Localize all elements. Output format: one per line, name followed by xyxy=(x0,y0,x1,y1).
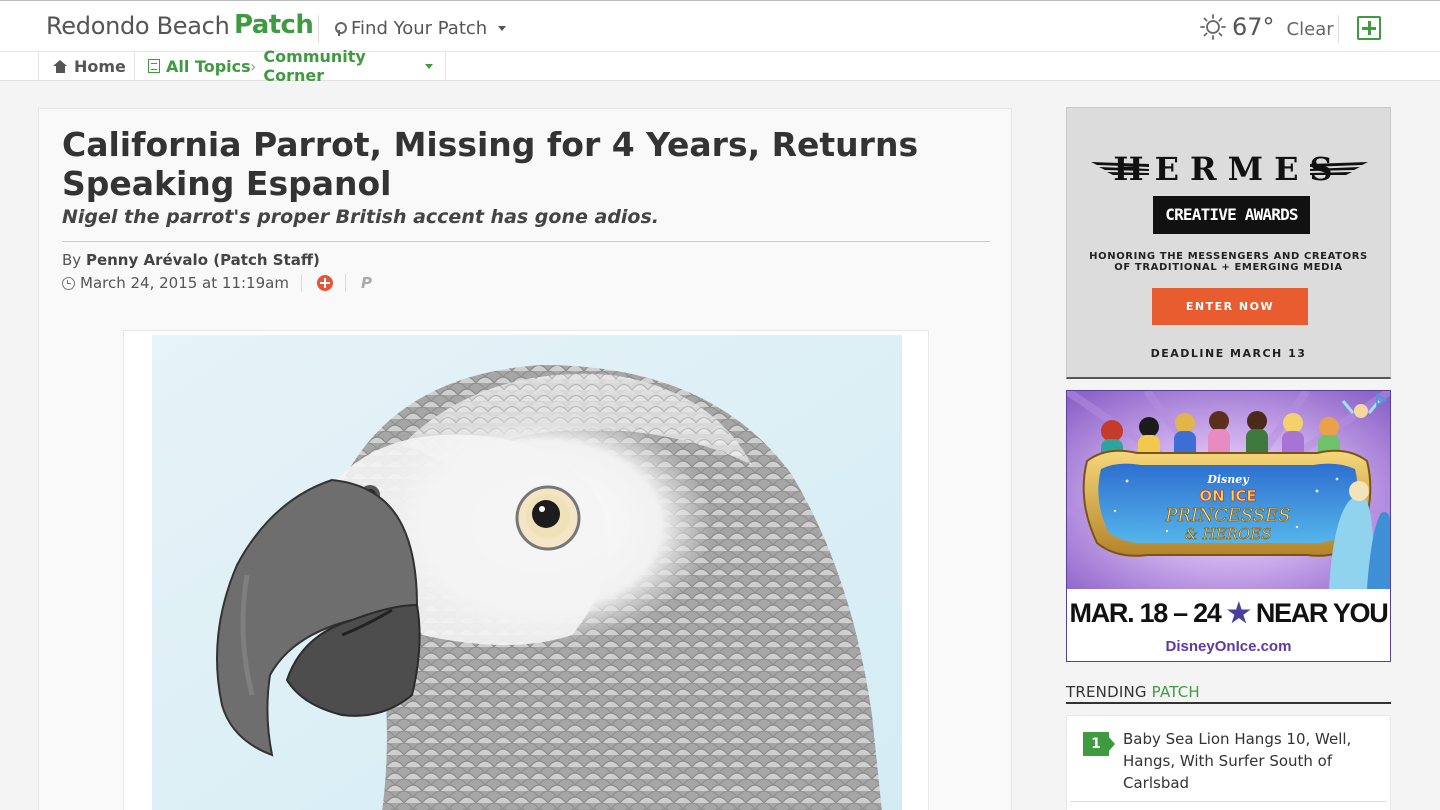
nav-home-label: Home xyxy=(74,56,126,76)
article-card: California Parrot, Missing for 4 Years, … xyxy=(38,108,1012,810)
disney-dates-range: MAR. 18 – 24 xyxy=(1069,598,1222,628)
byline-prefix: By xyxy=(62,251,82,269)
article-meta: March 24, 2015 at 11:19am P xyxy=(62,274,372,292)
right-wing-graphic xyxy=(1310,162,1368,175)
site-name[interactable]: Redondo Beach xyxy=(46,12,230,40)
sun-icon xyxy=(1200,14,1226,40)
disney-princesses-artwork: Disney ON ICE PRINCESSES & HEROES xyxy=(1067,391,1390,589)
nav-category-dropdown[interactable]: › Community Corner xyxy=(250,47,446,85)
on-ice-logo-text: ON ICE xyxy=(1199,487,1256,505)
disney-dates: MAR. 18 – 24 ★ NEAR YOU xyxy=(1067,598,1390,629)
hermes-deadline: DEADLINE MARCH 13 xyxy=(1150,347,1307,360)
princesses-title-text: PRINCESSES xyxy=(1164,505,1290,526)
map-pin-icon xyxy=(334,21,347,36)
adchoices-icon[interactable] xyxy=(1374,393,1388,407)
patch-p-icon[interactable]: P xyxy=(361,274,372,292)
creative-awards-banner: CREATIVE AWARDS xyxy=(1153,196,1310,234)
home-icon xyxy=(53,59,68,73)
hermes-tagline-line: OF TRADITIONAL + EMERGING MEDIA xyxy=(1114,262,1343,273)
rank-badge: 1 xyxy=(1083,732,1115,756)
patch-logo[interactable]: Patch xyxy=(234,10,314,40)
meta-divider xyxy=(300,274,302,292)
weather-temperature: 67° xyxy=(1232,13,1275,41)
divider xyxy=(62,241,990,242)
parrot-photo[interactable] xyxy=(152,335,902,810)
add-post-icon[interactable] xyxy=(1357,16,1381,40)
publish-date: March 24, 2015 at 11:19am xyxy=(80,274,289,292)
byline: By Penny Arévalo (Patch Staff) xyxy=(62,251,320,269)
caret-down-icon xyxy=(498,26,507,31)
hermes-tagline-line: HONORING THE MESSENGERS AND CREATORS xyxy=(1089,251,1368,262)
trending-header: TRENDING PATCH xyxy=(1066,683,1391,704)
clock-icon xyxy=(62,276,75,290)
hermes-awards-ad[interactable]: HERMES CREATIVE AWARDS HONORING THE MESS… xyxy=(1066,107,1391,379)
nav-home-link[interactable]: Home xyxy=(38,52,135,80)
header-divider xyxy=(318,15,319,43)
caret-down-icon xyxy=(425,63,433,69)
find-your-patch-dropdown[interactable]: Find Your Patch xyxy=(334,18,507,39)
disney-logo-text: Disney xyxy=(1206,473,1250,486)
header-divider xyxy=(1338,15,1339,43)
disney-dates-location: NEAR YOU xyxy=(1255,598,1389,628)
star-icon: ★ xyxy=(1226,598,1251,628)
enter-now-button[interactable]: ENTER NOW xyxy=(1152,288,1308,325)
trending-item-title[interactable]: Baby Sea Lion Hangs 10, Well, Hangs, Wit… xyxy=(1123,728,1373,794)
article-subtitle: Nigel the parrot's proper British accent… xyxy=(62,206,660,228)
trending-list-item[interactable]: 1 Baby Sea Lion Hangs 10, Well, Hangs, W… xyxy=(1066,715,1391,810)
nav-all-topics-link[interactable]: All Topics xyxy=(135,52,251,80)
topic-navbar: Home All Topics › Community Corner xyxy=(0,47,1440,85)
article-title: California Parrot, Missing for 4 Years, … xyxy=(62,125,919,203)
disney-url-link[interactable]: DisneyOnIce.com xyxy=(1067,638,1390,655)
site-header: Redondo Beach Patch Find Your Patch 67° … xyxy=(0,0,1440,52)
article-image-frame xyxy=(123,330,929,810)
trending-label: TRENDING xyxy=(1066,683,1147,701)
author-link[interactable]: Penny Arévalo (Patch Staff) xyxy=(86,251,320,269)
meta-divider xyxy=(344,274,346,292)
nav-all-topics-label: All Topics xyxy=(166,56,251,76)
weather-condition: Clear xyxy=(1286,18,1334,40)
heroes-title-text: & HEROES xyxy=(1185,525,1272,543)
disney-on-ice-ad[interactable]: Disney ON ICE PRINCESSES & HEROES MAR. 1… xyxy=(1066,390,1391,662)
list-divider xyxy=(1070,801,1387,802)
add-circle-icon[interactable] xyxy=(316,275,333,291)
trending-label-patch: PATCH xyxy=(1151,683,1200,701)
chevron-right-icon: › xyxy=(250,56,257,76)
nav-category-label: Community Corner xyxy=(263,47,366,85)
weather-widget[interactable]: 67° Clear xyxy=(1200,13,1334,41)
list-icon xyxy=(148,59,160,73)
find-your-patch-label: Find Your Patch xyxy=(351,18,488,39)
hermes-tagline: HONORING THE MESSENGERS AND CREATORS OF … xyxy=(1067,251,1390,273)
